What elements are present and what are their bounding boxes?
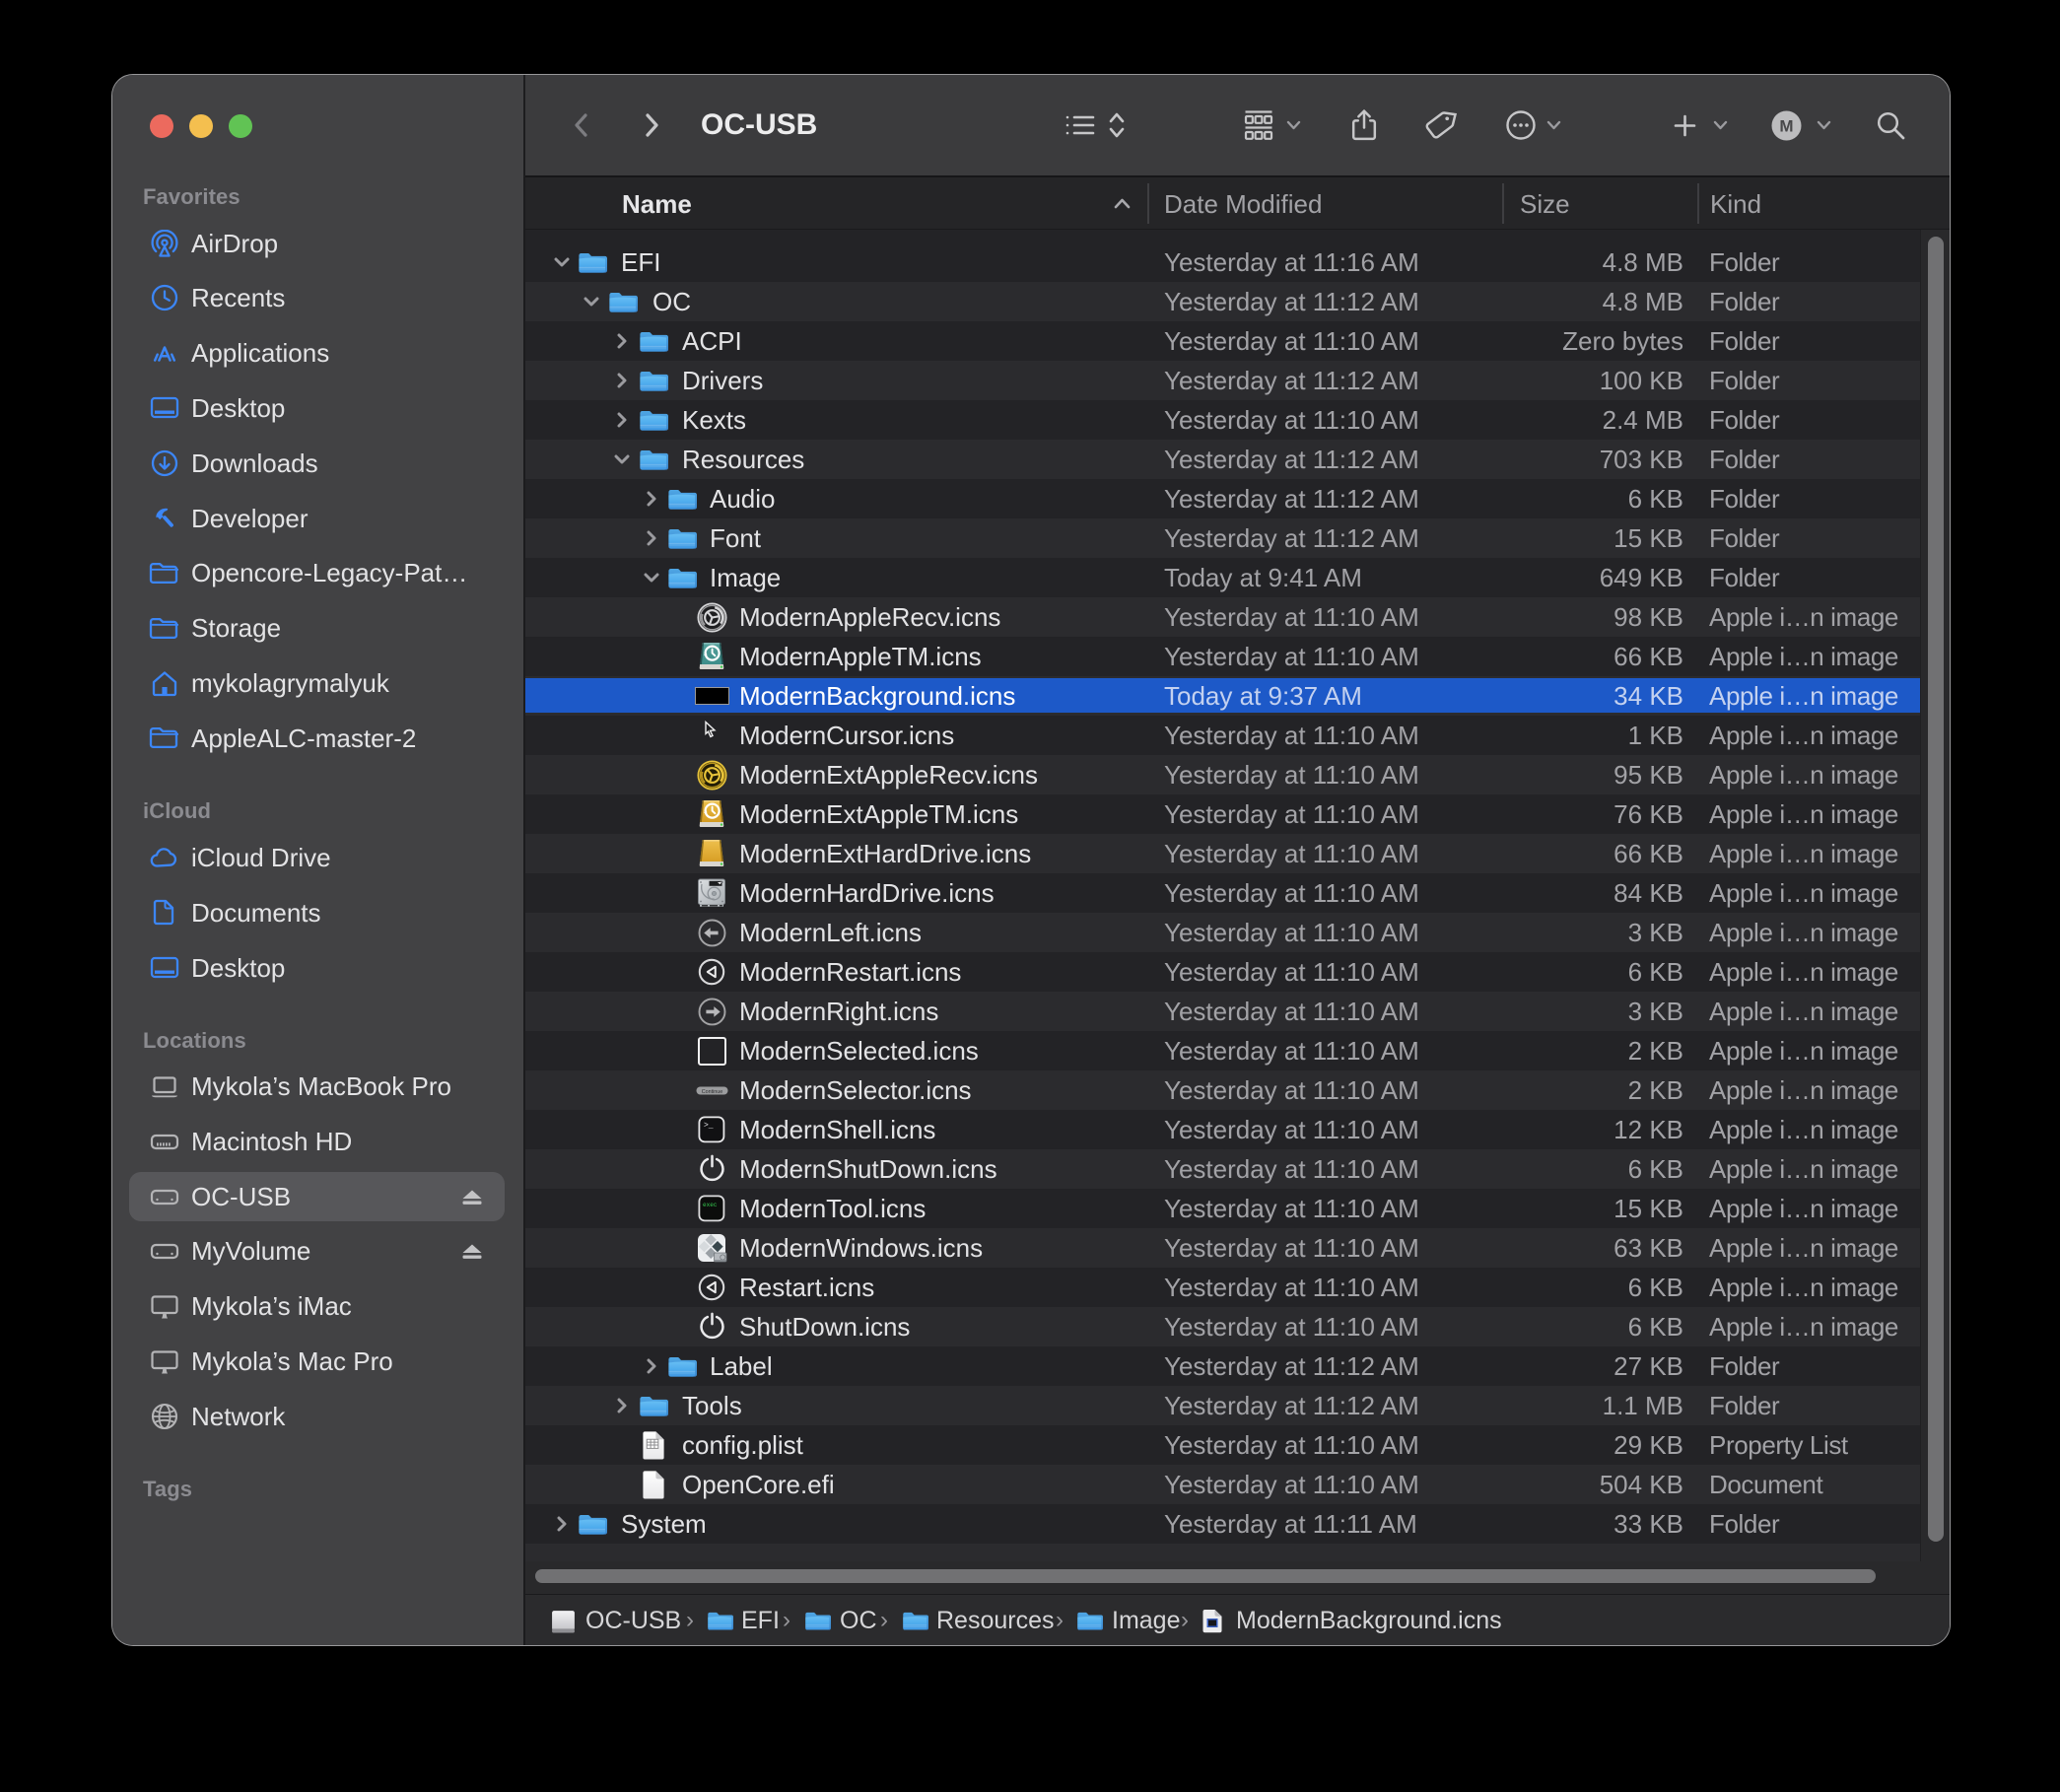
svg-text:M: M (1779, 116, 1793, 135)
svg-text:exec: exec (703, 1202, 718, 1208)
svg-text:Continue: Continue (701, 1088, 722, 1094)
svg-text:>_: >_ (704, 1122, 714, 1131)
